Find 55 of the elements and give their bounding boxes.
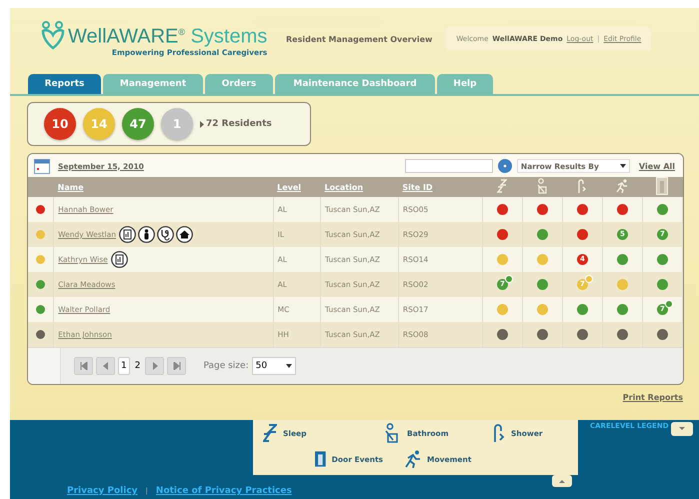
column-header[interactable]: Name	[58, 182, 84, 192]
sleep-icon	[497, 179, 508, 193]
sleep-icon	[263, 424, 277, 442]
nav-tab[interactable]: Maintenance Dashboard	[275, 74, 435, 94]
stethoscope-icon[interactable]	[156, 226, 174, 243]
collapse-button[interactable]	[552, 475, 572, 487]
print-reports-link[interactable]: Print Reports	[622, 393, 683, 402]
search-field[interactable]	[404, 159, 493, 173]
page-title: Resident Management Overview	[286, 34, 432, 44]
brand-name: WellAWARE$^{®}$ Systems	[68, 24, 268, 48]
page-size-label: Page size:	[203, 361, 249, 371]
expand-button[interactable]	[670, 422, 693, 436]
nav-tab[interactable]: Management	[103, 74, 203, 94]
count-badge[interactable]: 14	[83, 108, 115, 140]
previous-page-button[interactable]	[96, 357, 115, 375]
report-icon[interactable]	[110, 251, 128, 268]
runner-icon	[405, 450, 421, 468]
nav-tab[interactable]: Reports	[28, 74, 101, 94]
next-icon	[150, 362, 159, 370]
previous-icon	[102, 362, 110, 370]
bathroom-icon	[383, 423, 401, 443]
logo-icon	[40, 21, 66, 52]
last-page-icon	[172, 362, 181, 370]
page-size-dropdown[interactable]: 50	[252, 357, 296, 375]
footer-link[interactable]: Privacy Policy	[67, 486, 138, 496]
nav-tab[interactable]: Orders	[205, 74, 273, 94]
count-badge[interactable]: 1	[161, 108, 193, 140]
next-page-button[interactable]	[145, 357, 164, 375]
column-header[interactable]: Location	[324, 182, 364, 192]
person-icon[interactable]	[138, 226, 155, 243]
shower-icon	[493, 424, 505, 442]
nav-tab[interactable]: Help	[437, 74, 493, 94]
go-button[interactable]	[498, 159, 512, 173]
last-page-button[interactable]	[167, 357, 186, 375]
runner-icon	[616, 179, 628, 193]
view-all-link[interactable]: View All	[638, 162, 675, 170]
dropdown-arrow-icon	[286, 364, 292, 368]
count-badge[interactable]: 10	[44, 108, 76, 140]
house-icon[interactable]	[176, 226, 193, 243]
column-header[interactable]: Level	[277, 182, 302, 192]
column-header[interactable]: Site ID	[402, 182, 433, 192]
door-icon	[315, 449, 326, 469]
bathroom-icon	[536, 178, 548, 194]
residents-total: 72 Residents	[206, 119, 272, 129]
first-page-icon	[80, 362, 88, 370]
shower-icon	[577, 179, 588, 193]
report-icon[interactable]	[118, 226, 136, 243]
page-button[interactable]: 1	[118, 357, 130, 375]
dropdown-arrow-icon	[620, 164, 626, 168]
caret-icon	[200, 120, 204, 128]
first-page-button[interactable]	[74, 357, 93, 375]
page-button[interactable]: 2	[132, 357, 142, 375]
footer-link[interactable]: Notice of Privacy Practices	[156, 486, 292, 496]
calendar-icon[interactable]	[34, 158, 50, 174]
count-badge[interactable]: 47	[122, 108, 154, 140]
